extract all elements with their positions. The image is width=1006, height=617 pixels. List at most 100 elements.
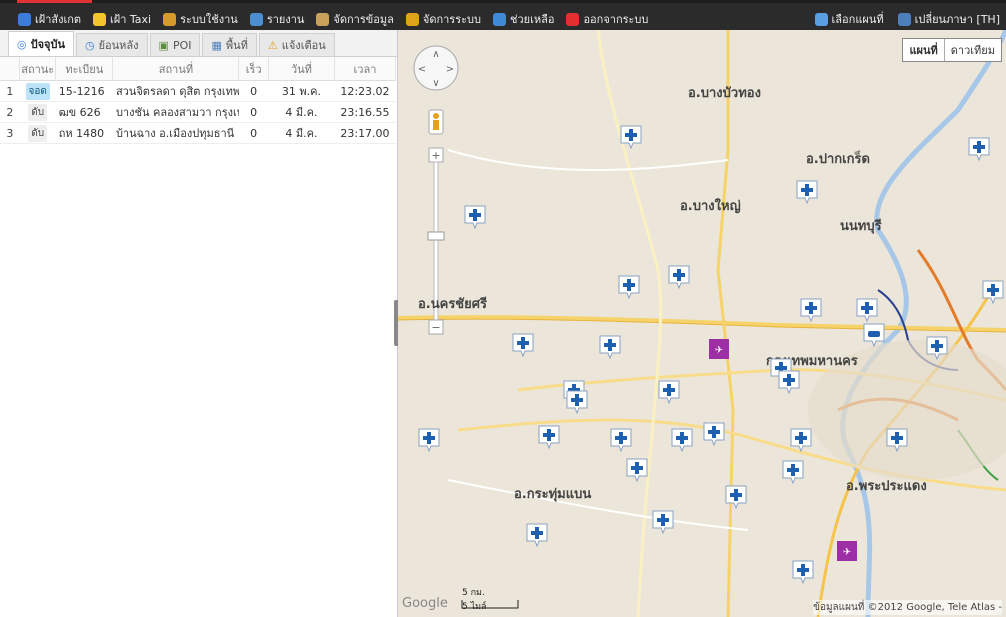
- hospital-marker-icon[interactable]: [599, 335, 621, 359]
- hospital-marker-icon[interactable]: [886, 428, 908, 452]
- status-cell: ดับ: [19, 101, 56, 123]
- hospital-marker-icon[interactable]: [566, 390, 588, 414]
- location-cell: บางชัน คลองสามวา กรุงเท: [112, 101, 239, 123]
- hospital-marker-icon[interactable]: [790, 428, 812, 452]
- svg-text:✈: ✈: [843, 547, 851, 558]
- car-marker-icon[interactable]: [863, 323, 885, 347]
- airport-marker-icon[interactable]: ✈: [708, 338, 730, 362]
- map-select-icon: [814, 12, 828, 26]
- table-row[interactable]: 3 ดับ ถห 1480 บ้านฉาง อ.เมืองปทุมธานี 0 4 มี.…: [0, 122, 396, 144]
- hospital-marker-icon[interactable]: [620, 125, 642, 149]
- menu-item-label: ระบบใช้งาน: [180, 13, 238, 26]
- table-row[interactable]: 2 ดับ ฒข 626 บางชัน คลองสามวา กรุงเท 0 4 มี.ค…: [0, 101, 396, 123]
- column-header[interactable]: เร็ว: [238, 57, 269, 81]
- table-row[interactable]: 1 จอด 15-1216 สวนจิตรลดา ดุสิต กรุงเทพ 0 31 พ…: [0, 80, 396, 102]
- column-header[interactable]: สถานที่: [112, 57, 240, 81]
- tab-2[interactable]: ▣ POI: [149, 33, 201, 56]
- hospital-marker-icon[interactable]: [526, 523, 548, 547]
- location-cell: สวนจิตรลดา ดุสิต กรุงเทพ: [112, 80, 239, 102]
- menu-item-7[interactable]: ออกจากระบบ: [566, 10, 648, 28]
- menu-item-0[interactable]: เฝ้าสังเกต: [18, 10, 81, 28]
- map-type-roadmap[interactable]: แผนที่: [903, 39, 945, 61]
- menu-item-4[interactable]: จัดการข้อมูล: [316, 10, 394, 28]
- language-icon: [897, 12, 911, 26]
- hospital-marker-icon[interactable]: [800, 298, 822, 322]
- hospital-marker-icon[interactable]: [464, 205, 486, 229]
- vehicle-table: สถานะ ทะเบียน สถานที่ เร็ว วันที่ เวลา 1 จอด 15…: [0, 57, 397, 144]
- map-label-krathumbaen: อ.กระทุ่มแบน: [514, 487, 592, 502]
- column-header[interactable]: วันที่: [268, 57, 335, 81]
- map-label-pakkret: อ.ปากเกร็ด: [806, 152, 870, 167]
- status-badge: ดับ: [28, 103, 48, 121]
- hospital-marker-icon[interactable]: [703, 422, 725, 446]
- status-badge: ดับ: [28, 124, 48, 142]
- hospital-marker-icon[interactable]: [418, 428, 440, 452]
- tab-4[interactable]: ⚠ แจ้งเตือน: [258, 33, 335, 56]
- map-type-satellite[interactable]: ดาวเทียม: [945, 39, 1001, 61]
- svg-text:−: −: [431, 321, 440, 334]
- tab-1[interactable]: ◷ ย้อนหลัง: [75, 33, 148, 56]
- hospital-marker-icon[interactable]: [668, 265, 690, 289]
- column-header[interactable]: สถานะ: [19, 57, 57, 81]
- time-cell: 12:23.02: [334, 80, 396, 102]
- menu-item-2[interactable]: ระบบใช้งาน: [163, 10, 238, 28]
- hospital-marker-icon[interactable]: [610, 428, 632, 452]
- menu-item-label: เฝ้าสังเกต: [35, 13, 82, 26]
- column-header[interactable]: ทะเบียน: [55, 57, 114, 81]
- main-menu: เฝ้าสังเกต เฝ้า Taxi ระบบใช้งาน รายงาน จัดกา…: [18, 10, 660, 28]
- hospital-marker-icon[interactable]: [982, 280, 1004, 304]
- svg-text:✈: ✈: [715, 345, 723, 356]
- table-header: สถานะ ทะเบียน สถานที่ เร็ว วันที่ เวลา: [0, 57, 397, 81]
- hospital-marker-icon[interactable]: [618, 275, 640, 299]
- hospital-marker-icon[interactable]: [652, 510, 674, 534]
- warning-icon: ⚠: [267, 38, 278, 52]
- search-icon: [18, 12, 31, 26]
- plate-cell: ฒข 626: [55, 101, 113, 123]
- tab-label: ปัจจุบัน: [30, 38, 65, 51]
- speed-cell: 0: [238, 122, 269, 144]
- hospital-marker-icon[interactable]: [671, 428, 693, 452]
- menu-item-label: จัดการระบบ: [422, 13, 481, 26]
- power-icon: [566, 12, 580, 26]
- hospital-marker-icon[interactable]: [792, 560, 814, 584]
- tab-label: พื้นที่: [225, 39, 248, 52]
- svg-text:∨: ∨: [432, 78, 439, 89]
- hospital-marker-icon[interactable]: [725, 485, 747, 509]
- tab-0[interactable]: ◎ ปัจจุบัน: [8, 31, 74, 56]
- hospital-marker-icon[interactable]: [778, 370, 800, 394]
- row-number: 3: [0, 122, 20, 144]
- hospital-marker-icon[interactable]: [538, 425, 560, 449]
- hospital-marker-icon[interactable]: [658, 380, 680, 404]
- location-cell: บ้านฉาง อ.เมืองปทุมธานี: [112, 122, 239, 144]
- tab-label: POI: [172, 38, 192, 52]
- hospital-marker-icon[interactable]: [512, 333, 534, 357]
- hospital-marker-icon[interactable]: [782, 460, 804, 484]
- menu-item-5[interactable]: จัดการระบบ: [405, 10, 481, 28]
- status-badge: จอด: [25, 82, 50, 100]
- hospital-marker-icon[interactable]: [856, 298, 878, 322]
- map-view[interactable]: ∧ ∨ < > + − แผนที่ ดาวเทียม กรุงเทพมหานค…: [398, 30, 1006, 617]
- panel-tabs: ◎ ปัจจุบัน ◷ ย้อนหลัง ▣ POI ▦ พื้นที่ ⚠ แจ้งเตือน: [0, 30, 397, 57]
- menu-item-label: รายงาน: [266, 13, 305, 26]
- hospital-marker-icon[interactable]: [796, 180, 818, 204]
- menu-item-1[interactable]: เปลี่ยนภาษา [TH]: [897, 10, 1000, 28]
- map-label-bangbuathong: อ.บางบัวทอง: [688, 86, 761, 101]
- help-icon: [493, 12, 506, 26]
- wrench-icon: [405, 12, 419, 26]
- menu-item-6[interactable]: ช่วยเหลือ: [493, 10, 554, 28]
- hospital-marker-icon[interactable]: [626, 458, 648, 482]
- tab-label: ย้อนหลัง: [98, 39, 139, 52]
- tab-3[interactable]: ▦ พื้นที่: [202, 33, 257, 56]
- column-header[interactable]: เวลา: [334, 57, 397, 81]
- date-cell: 4 มี.ค.: [268, 122, 335, 144]
- column-header[interactable]: [0, 57, 21, 81]
- active-indicator: [17, 0, 92, 3]
- menu-item-1[interactable]: เฝ้า Taxi: [93, 10, 151, 28]
- airport-marker-icon[interactable]: ✈: [836, 540, 858, 564]
- menu-item-0[interactable]: เลือกแผนที่: [814, 10, 884, 28]
- date-cell: 31 พ.ค.: [268, 80, 335, 102]
- menu-item-3[interactable]: รายงาน: [249, 10, 305, 28]
- hospital-marker-icon[interactable]: [926, 336, 948, 360]
- gear-icon: [316, 12, 330, 26]
- hospital-marker-icon[interactable]: [968, 137, 990, 161]
